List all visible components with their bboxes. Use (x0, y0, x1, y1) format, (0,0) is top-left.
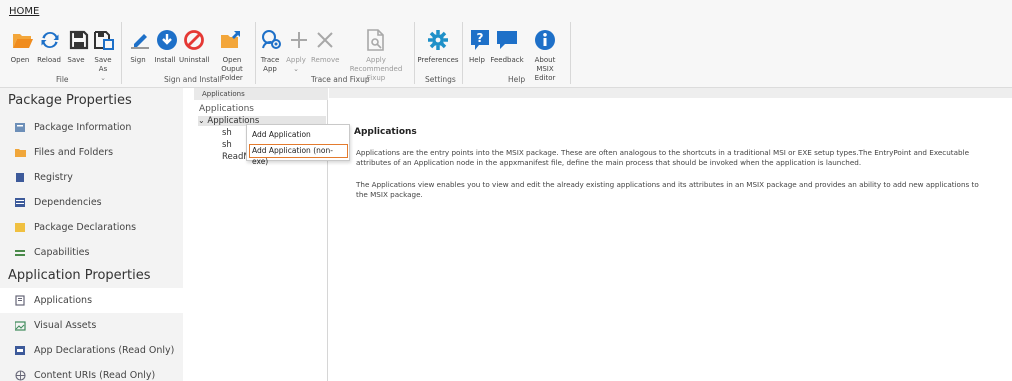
registry-icon (14, 172, 26, 184)
sidebar-item-applications[interactable]: Applications (0, 288, 183, 313)
about-button[interactable]: About MSIX Editor (525, 26, 565, 83)
declarations-icon (14, 222, 26, 234)
sidebar-item-capabilities[interactable]: Capabilities (0, 240, 183, 265)
sidebar-item-registry[interactable]: Registry (0, 165, 183, 190)
preferences-button[interactable]: Preferences (417, 26, 459, 65)
chevron-down-icon: ⌄ (198, 116, 205, 125)
description-paragraph-1: Applications are the entry points into t… (356, 148, 969, 167)
help-button[interactable]: ? Help (466, 26, 489, 65)
tree-node-child[interactable]: sh (222, 128, 232, 138)
group-label-sign-install: Sign and Install (164, 75, 222, 84)
main-header-bar (329, 88, 1012, 98)
open-button[interactable]: Open (9, 26, 33, 65)
package-info-icon (14, 122, 26, 134)
sign-button[interactable]: Sign (126, 26, 150, 65)
sidebar-item-files-and-folders[interactable]: Files and Folders (0, 140, 183, 165)
apply-button[interactable]: Apply ⌄ (285, 26, 307, 74)
trace-app-icon (258, 26, 286, 54)
tree-node-child[interactable]: sh (222, 140, 232, 150)
tab-home[interactable]: HOME (9, 6, 39, 17)
fixup-document-icon (362, 26, 390, 54)
uninstall-icon (180, 26, 208, 54)
description-paragraph-2: The Applications view enables you to vie… (356, 180, 979, 199)
save-as-icon (90, 26, 118, 54)
gear-icon (424, 26, 452, 54)
divider (570, 22, 571, 84)
sidebar-item-app-declarations[interactable]: App Declarations (Read Only) (0, 338, 183, 363)
install-icon (153, 26, 181, 54)
trace-app-button[interactable]: Trace App (258, 26, 282, 74)
save-icon (65, 26, 93, 54)
tree-tab[interactable]: Applications (194, 88, 328, 100)
dependencies-icon (14, 197, 26, 209)
applications-icon (14, 295, 26, 307)
close-icon (311, 26, 339, 54)
svg-text:?: ? (477, 31, 484, 45)
page-title: Applications (354, 127, 417, 137)
folder-open-icon (9, 26, 37, 54)
group-label-file: File (56, 75, 69, 84)
sidebar-item-package-information[interactable]: Package Information (0, 115, 183, 140)
sidebar-item-package-declarations[interactable]: Package Declarations (0, 215, 183, 240)
main-content: Applications Applications are the entry … (329, 88, 1012, 381)
package-properties-heading: Package Properties (8, 93, 132, 108)
sidebar: Package Properties Package Information F… (0, 88, 183, 381)
sign-icon (126, 26, 154, 54)
tree-title: Applications (199, 104, 254, 114)
folder-icon (14, 147, 26, 159)
menu-item-add-application-non-exe[interactable]: Add Application (non-exe) (249, 144, 348, 166)
reload-icon (36, 26, 64, 54)
remove-button[interactable]: Remove (311, 26, 339, 65)
visual-assets-icon (14, 320, 26, 332)
plus-icon (285, 26, 313, 54)
chevron-down-icon: ⌄ (100, 74, 106, 82)
output-folder-icon (218, 26, 246, 54)
divider (121, 22, 122, 84)
sidebar-item-content-uris[interactable]: Content URIs (Read Only) (0, 363, 183, 381)
application-properties-heading: Application Properties (8, 268, 151, 283)
sidebar-item-visual-assets[interactable]: Visual Assets (0, 313, 183, 338)
ribbon: HOME Open Reload Save Save As ⌄ File Sig… (0, 0, 1012, 88)
divider (414, 22, 415, 84)
info-icon (531, 26, 559, 54)
reload-button[interactable]: Reload (36, 26, 62, 65)
feedback-icon (493, 26, 521, 54)
divider (462, 22, 463, 84)
group-label-help: Help (508, 75, 526, 84)
feedback-button[interactable]: Feedback (490, 26, 524, 65)
save-as-button[interactable]: Save As ⌄ (90, 26, 116, 83)
chevron-down-icon: ⌄ (293, 65, 299, 73)
group-label-settings: Settings (425, 75, 456, 84)
uninstall-button[interactable]: Uninstall (179, 26, 210, 65)
app-declarations-icon (14, 345, 26, 357)
save-button[interactable]: Save (65, 26, 89, 65)
install-button[interactable]: Install (153, 26, 177, 65)
divider (255, 22, 256, 84)
sidebar-item-dependencies[interactable]: Dependencies (0, 190, 183, 215)
menu-item-add-application[interactable]: Add Application (247, 128, 351, 142)
capabilities-icon (14, 247, 26, 259)
group-label-trace-fixup: Trace and Fixup (311, 75, 370, 84)
context-menu: Add Application Add Application (non-exe… (246, 124, 351, 166)
content-uris-icon (14, 370, 26, 381)
